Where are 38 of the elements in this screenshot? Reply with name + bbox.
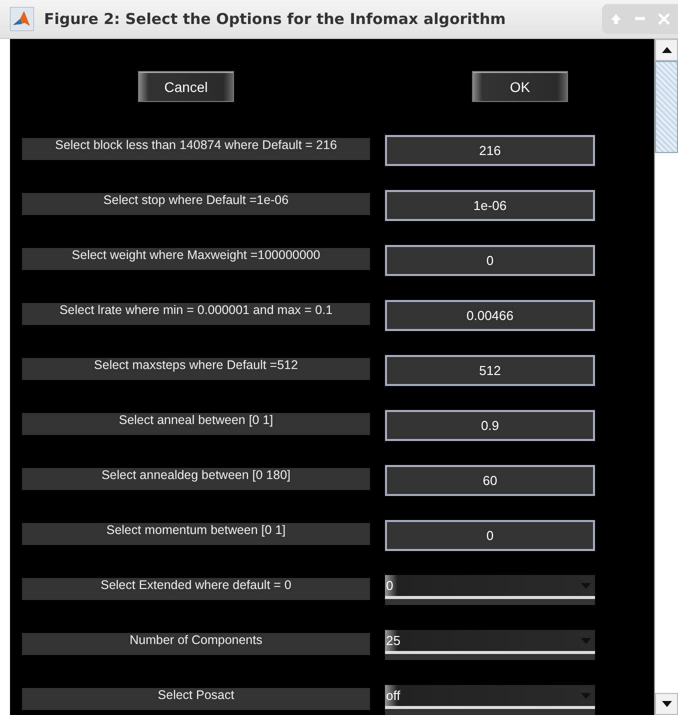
option-label: Select Posact: [22, 688, 370, 710]
caret-icon: [581, 582, 591, 588]
caret-down-icon: [662, 701, 672, 707]
scroll-thumb[interactable]: [655, 61, 678, 153]
scroll-down-button[interactable]: [655, 693, 678, 715]
minimize-icon: [634, 17, 646, 21]
option-label: Select weight where Maxweight =100000000: [22, 248, 370, 270]
arrow-up-icon: [610, 13, 622, 25]
minimize-button[interactable]: [634, 17, 646, 21]
app-logo-icon: [10, 7, 34, 31]
scrollbar[interactable]: [654, 39, 678, 715]
input-field[interactable]: 216: [385, 135, 595, 166]
input-field[interactable]: 0: [385, 245, 595, 276]
input-field[interactable]: 1e-06: [385, 190, 595, 221]
option-label: Select momentum between [0 1]: [22, 523, 370, 545]
close-icon: [658, 13, 670, 25]
input-field[interactable]: 0: [385, 520, 595, 551]
option-label: Select Extended where default = 0: [22, 578, 370, 600]
option-label: Select maxsteps where Default =512: [22, 358, 370, 380]
option-label: Select lrate where min = 0.000001 and max = 0.1: [22, 303, 370, 325]
option-label: Select annealdeg between [0 180]: [22, 468, 370, 490]
cancel-button[interactable]: Cancel: [138, 71, 234, 102]
close-button[interactable]: [658, 13, 670, 25]
input-field[interactable]: 0.9: [385, 410, 595, 441]
caret-icon: [581, 692, 591, 698]
maximize-button[interactable]: [610, 13, 622, 25]
input-field[interactable]: 60: [385, 465, 595, 496]
option-label: Select block less than 140874 where Default = 216: [22, 138, 370, 160]
caret-up-icon: [662, 47, 672, 53]
input-field[interactable]: 0.00466: [385, 300, 595, 331]
option-label: Select anneal between [0 1]: [22, 413, 370, 435]
window-title: Figure 2: Select the Options for the Infomax algorithm: [44, 10, 507, 28]
input-field[interactable]: 512: [385, 355, 595, 386]
caret-icon: [581, 638, 591, 644]
option-label: Select stop where Default =1e-06: [22, 193, 370, 215]
option-label: Number of Components: [22, 633, 370, 655]
ok-button[interactable]: OK: [472, 71, 568, 102]
scroll-up-button[interactable]: [655, 39, 678, 61]
